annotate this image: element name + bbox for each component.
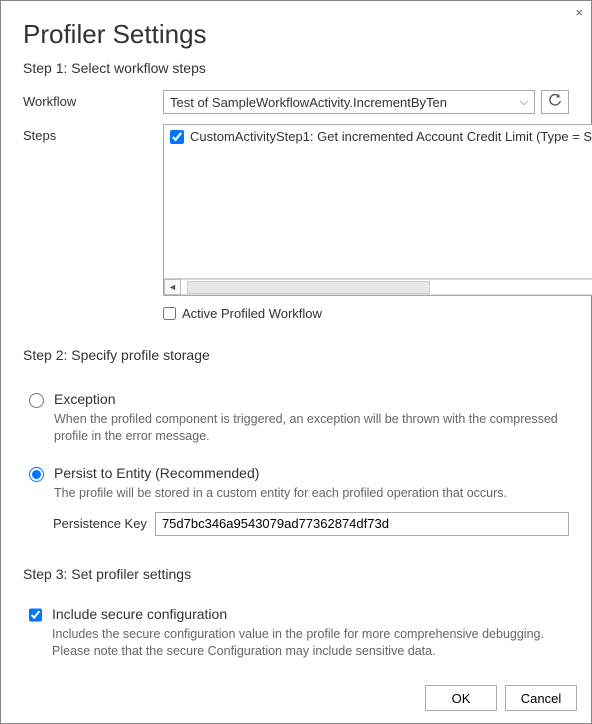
- refresh-button[interactable]: [541, 90, 569, 114]
- workflow-label: Workflow: [23, 90, 163, 109]
- chevron-down-icon: ⌵: [520, 96, 528, 109]
- steps-listbox[interactable]: CustomActivityStep1: Get incremented Acc…: [163, 124, 592, 296]
- exception-radio[interactable]: [29, 393, 44, 408]
- persist-description: The profile will be stored in a custom e…: [54, 485, 569, 502]
- step3-heading: Step 3: Set profiler settings: [23, 566, 569, 582]
- scroll-thumb[interactable]: [187, 281, 430, 294]
- refresh-icon: [548, 94, 562, 111]
- ok-button[interactable]: OK: [425, 685, 497, 711]
- step2-heading: Step 2: Specify profile storage: [23, 347, 569, 363]
- persist-label: Persist to Entity (Recommended): [54, 465, 569, 481]
- scroll-track[interactable]: [181, 279, 592, 295]
- close-icon[interactable]: ×: [575, 5, 583, 20]
- persist-radio[interactable]: [29, 467, 44, 482]
- list-item[interactable]: CustomActivityStep1: Get incremented Acc…: [170, 129, 592, 144]
- cancel-button[interactable]: Cancel: [505, 685, 577, 711]
- exception-description: When the profiled component is triggered…: [54, 411, 569, 445]
- workflow-select[interactable]: Test of SampleWorkflowActivity.Increment…: [163, 90, 535, 114]
- step-item-checkbox[interactable]: [170, 130, 184, 144]
- active-profiled-checkbox[interactable]: [163, 307, 176, 320]
- workflow-select-value: Test of SampleWorkflowActivity.Increment…: [170, 95, 447, 110]
- persistence-key-label: Persistence Key: [53, 516, 147, 531]
- active-profiled-label: Active Profiled Workflow: [182, 306, 322, 321]
- include-secure-description: Includes the secure configuration value …: [52, 626, 569, 660]
- steps-label: Steps: [23, 124, 163, 143]
- include-secure-checkbox[interactable]: [29, 608, 42, 622]
- scroll-left-icon[interactable]: ◄: [164, 279, 181, 295]
- step1-heading: Step 1: Select workflow steps: [23, 60, 569, 76]
- step-item-label: CustomActivityStep1: Get incremented Acc…: [190, 129, 592, 144]
- persistence-key-input[interactable]: [155, 512, 569, 536]
- page-title: Profiler Settings: [23, 19, 569, 50]
- horizontal-scrollbar[interactable]: ◄ ►: [164, 278, 592, 295]
- exception-label: Exception: [54, 391, 569, 407]
- include-secure-label: Include secure configuration: [52, 606, 569, 622]
